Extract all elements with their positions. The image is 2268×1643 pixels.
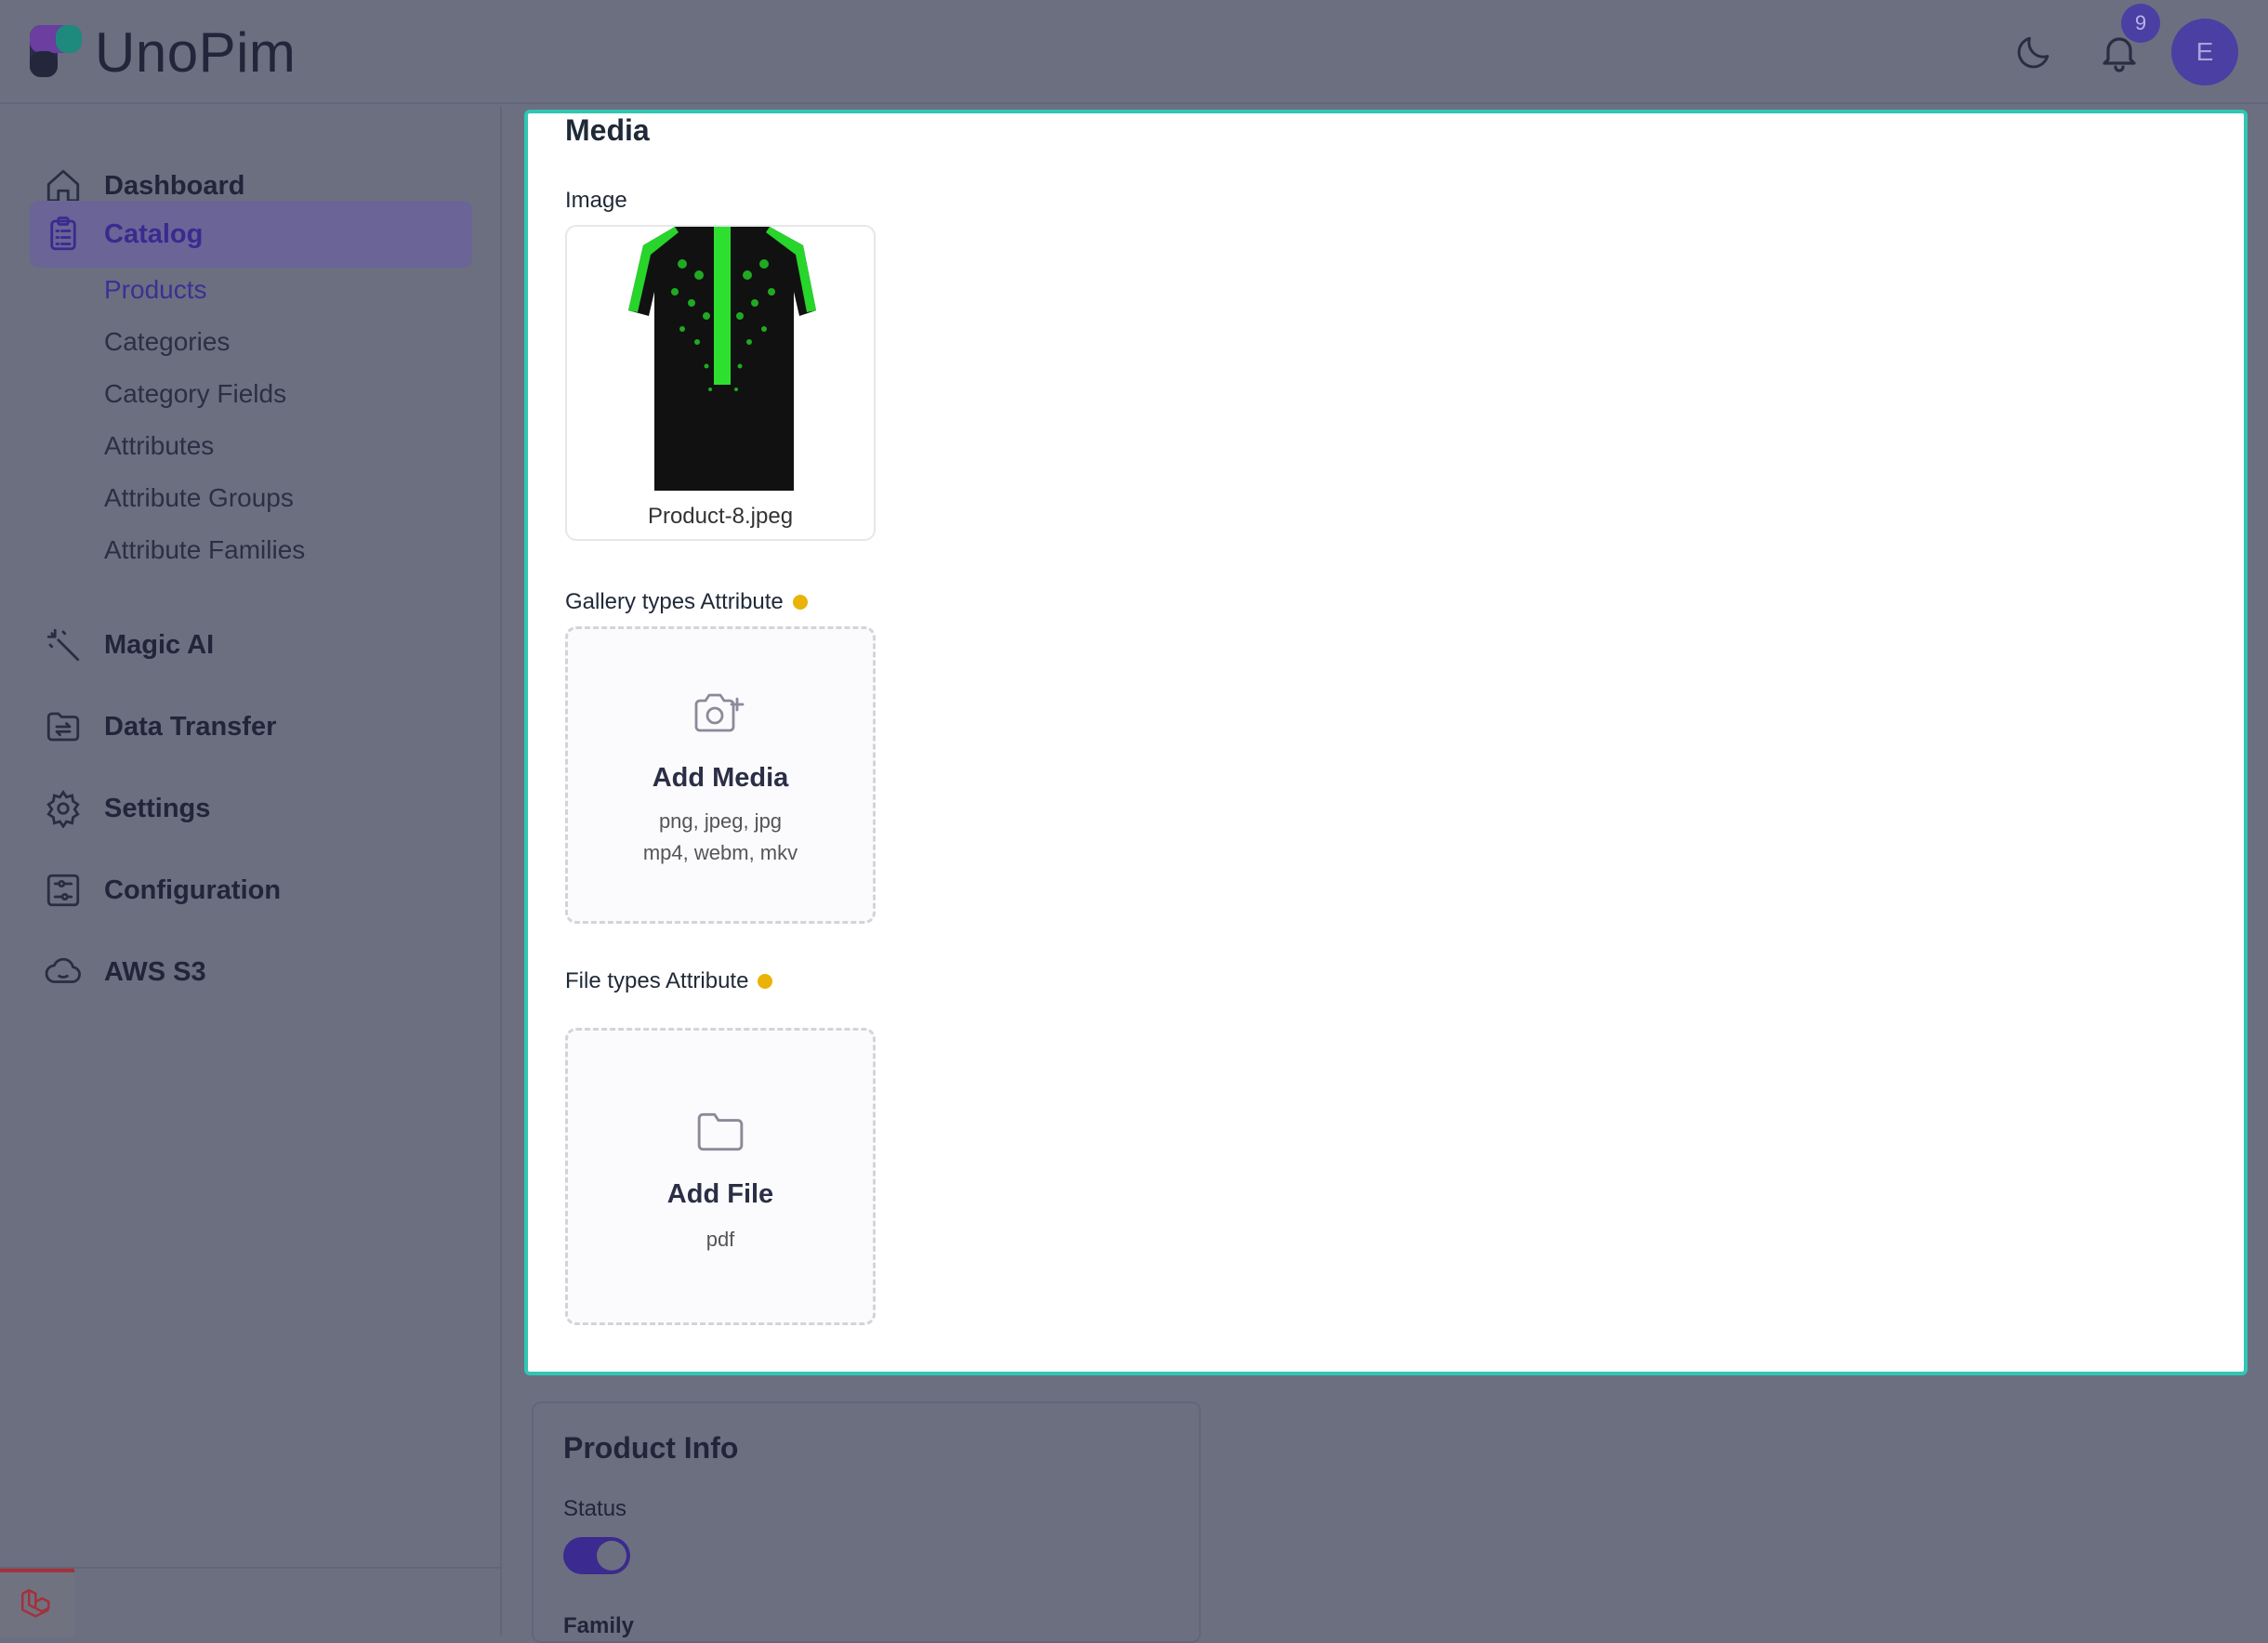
sidebar-footer: [0, 1567, 502, 1637]
add-file-types: pdf: [705, 1228, 735, 1251]
required-indicator: [792, 595, 808, 610]
gallery-label: Gallery types Attribute: [565, 589, 808, 615]
media-section: Media Image Product-8.jpeg Gallery types…: [524, 110, 2248, 1375]
add-media-types-2: mp4, webm, mkv: [642, 841, 798, 864]
unopim-logo-icon: [30, 25, 82, 77]
moon-icon: [2017, 36, 2050, 69]
dark-mode-toggle[interactable]: [2008, 26, 2060, 78]
top-header: UnoPim 9 E: [0, 0, 2268, 104]
file-types-label: File types Attribute: [565, 968, 773, 994]
sidebar-item-label: Data Transfer: [104, 711, 277, 742]
sidebar-item-label: Dashboard: [104, 170, 245, 201]
toggle-knob: [597, 1541, 626, 1571]
gear-icon: [41, 786, 86, 831]
product-info-section: Product Info Status Family: [532, 1401, 1201, 1643]
sidebar-item-catalog[interactable]: Catalog: [30, 201, 472, 268]
add-file-title: Add File: [666, 1179, 774, 1209]
sidebar-item-configuration[interactable]: Configuration: [30, 857, 472, 924]
user-avatar[interactable]: E: [2171, 19, 2238, 85]
folder-transfer-icon: [41, 704, 86, 749]
app-logo[interactable]: UnoPim: [28, 20, 297, 84]
sidebar-item-label: Magic AI: [104, 629, 215, 660]
status-toggle[interactable]: [563, 1537, 630, 1574]
sidebar-item-label: Catalog: [104, 218, 204, 249]
sidebar-item-data-transfer[interactable]: Data Transfer: [30, 693, 472, 760]
file-types-label-text: File types Attribute: [565, 968, 749, 993]
debugbar-toggle[interactable]: [0, 1569, 74, 1637]
logo-text: UnoPim: [95, 20, 297, 84]
add-media-dropzone[interactable]: Add Media png, jpeg, jpg mp4, webm, mkv: [565, 626, 876, 924]
sidebar-item-label: Configuration: [104, 874, 282, 905]
sidebar-sub-products[interactable]: Products: [104, 275, 207, 305]
product-image: [628, 227, 816, 491]
sidebar-sub-attribute-groups[interactable]: Attribute Groups: [104, 483, 294, 513]
image-preview-tile[interactable]: Product-8.jpeg: [565, 225, 876, 541]
clipboard-icon: [41, 212, 86, 256]
image-label: Image: [565, 188, 627, 214]
status-label: Status: [563, 1496, 626, 1522]
sidebar-sub-categories[interactable]: Categories: [104, 327, 230, 357]
sidebar-item-magic-ai[interactable]: Magic AI: [30, 611, 472, 678]
cloud-icon: [41, 950, 86, 994]
add-media-title: Add Media: [652, 763, 789, 793]
status-label-text: Status: [563, 1496, 627, 1521]
sidebar-item-label: Settings: [104, 793, 211, 823]
add-file-dropzone[interactable]: Add File pdf: [565, 1028, 876, 1325]
sidebar-item-aws-s3[interactable]: AWS S3: [30, 939, 472, 1006]
sidebar-sub-attributes[interactable]: Attributes: [104, 431, 214, 461]
product-info-title: Product Info: [563, 1431, 739, 1465]
image-label-text: Image: [565, 188, 627, 213]
magic-wand-icon: [41, 623, 86, 667]
folder-icon: [568, 1111, 873, 1153]
sidebar-item-settings[interactable]: Settings: [30, 775, 472, 842]
sliders-icon: [41, 868, 86, 913]
required-indicator: [758, 974, 773, 989]
sidebar-sub-category-fields[interactable]: Category Fields: [104, 379, 286, 409]
media-title: Media: [565, 113, 650, 147]
add-media-types-1: png, jpeg, jpg: [658, 809, 783, 833]
gallery-label-text: Gallery types Attribute: [565, 589, 784, 614]
image-filename: Product-8.jpeg: [647, 504, 794, 529]
sidebar-sub-attribute-families[interactable]: Attribute Families: [104, 535, 305, 565]
sidebar: Dashboard Catalog Products Categories Ca…: [0, 106, 502, 1637]
sidebar-item-label: AWS S3: [104, 956, 206, 987]
camera-plus-icon: [568, 690, 873, 737]
laravel-icon: [21, 1589, 50, 1618]
notification-badge: 9: [2121, 4, 2160, 43]
